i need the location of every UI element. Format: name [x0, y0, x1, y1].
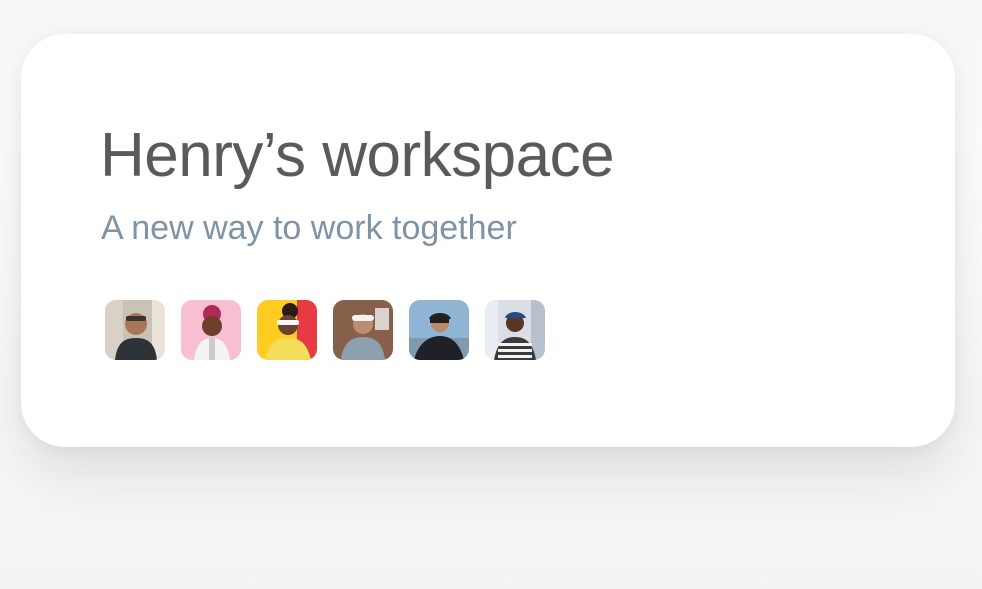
- member-avatar[interactable]: [181, 300, 241, 360]
- member-avatar[interactable]: [485, 300, 545, 360]
- workspace-subtitle: A new way to work together: [101, 209, 517, 247]
- workspace-card[interactable]: Henry’s workspace A new way to work toge…: [21, 34, 955, 447]
- workspace-title: Henry’s workspace: [100, 121, 615, 190]
- member-avatar[interactable]: [409, 300, 469, 360]
- person-photo-icon: [105, 300, 165, 360]
- person-photo-icon: [181, 300, 241, 360]
- person-photo-icon: [485, 300, 545, 360]
- member-avatar-list: [105, 300, 545, 360]
- person-photo-icon: [409, 300, 469, 360]
- member-avatar[interactable]: [105, 300, 165, 360]
- person-photo-icon: [257, 300, 317, 360]
- person-photo-icon: [333, 300, 393, 360]
- member-avatar[interactable]: [257, 300, 317, 360]
- member-avatar[interactable]: [333, 300, 393, 360]
- page: Henry’s workspace A new way to work toge…: [0, 0, 982, 589]
